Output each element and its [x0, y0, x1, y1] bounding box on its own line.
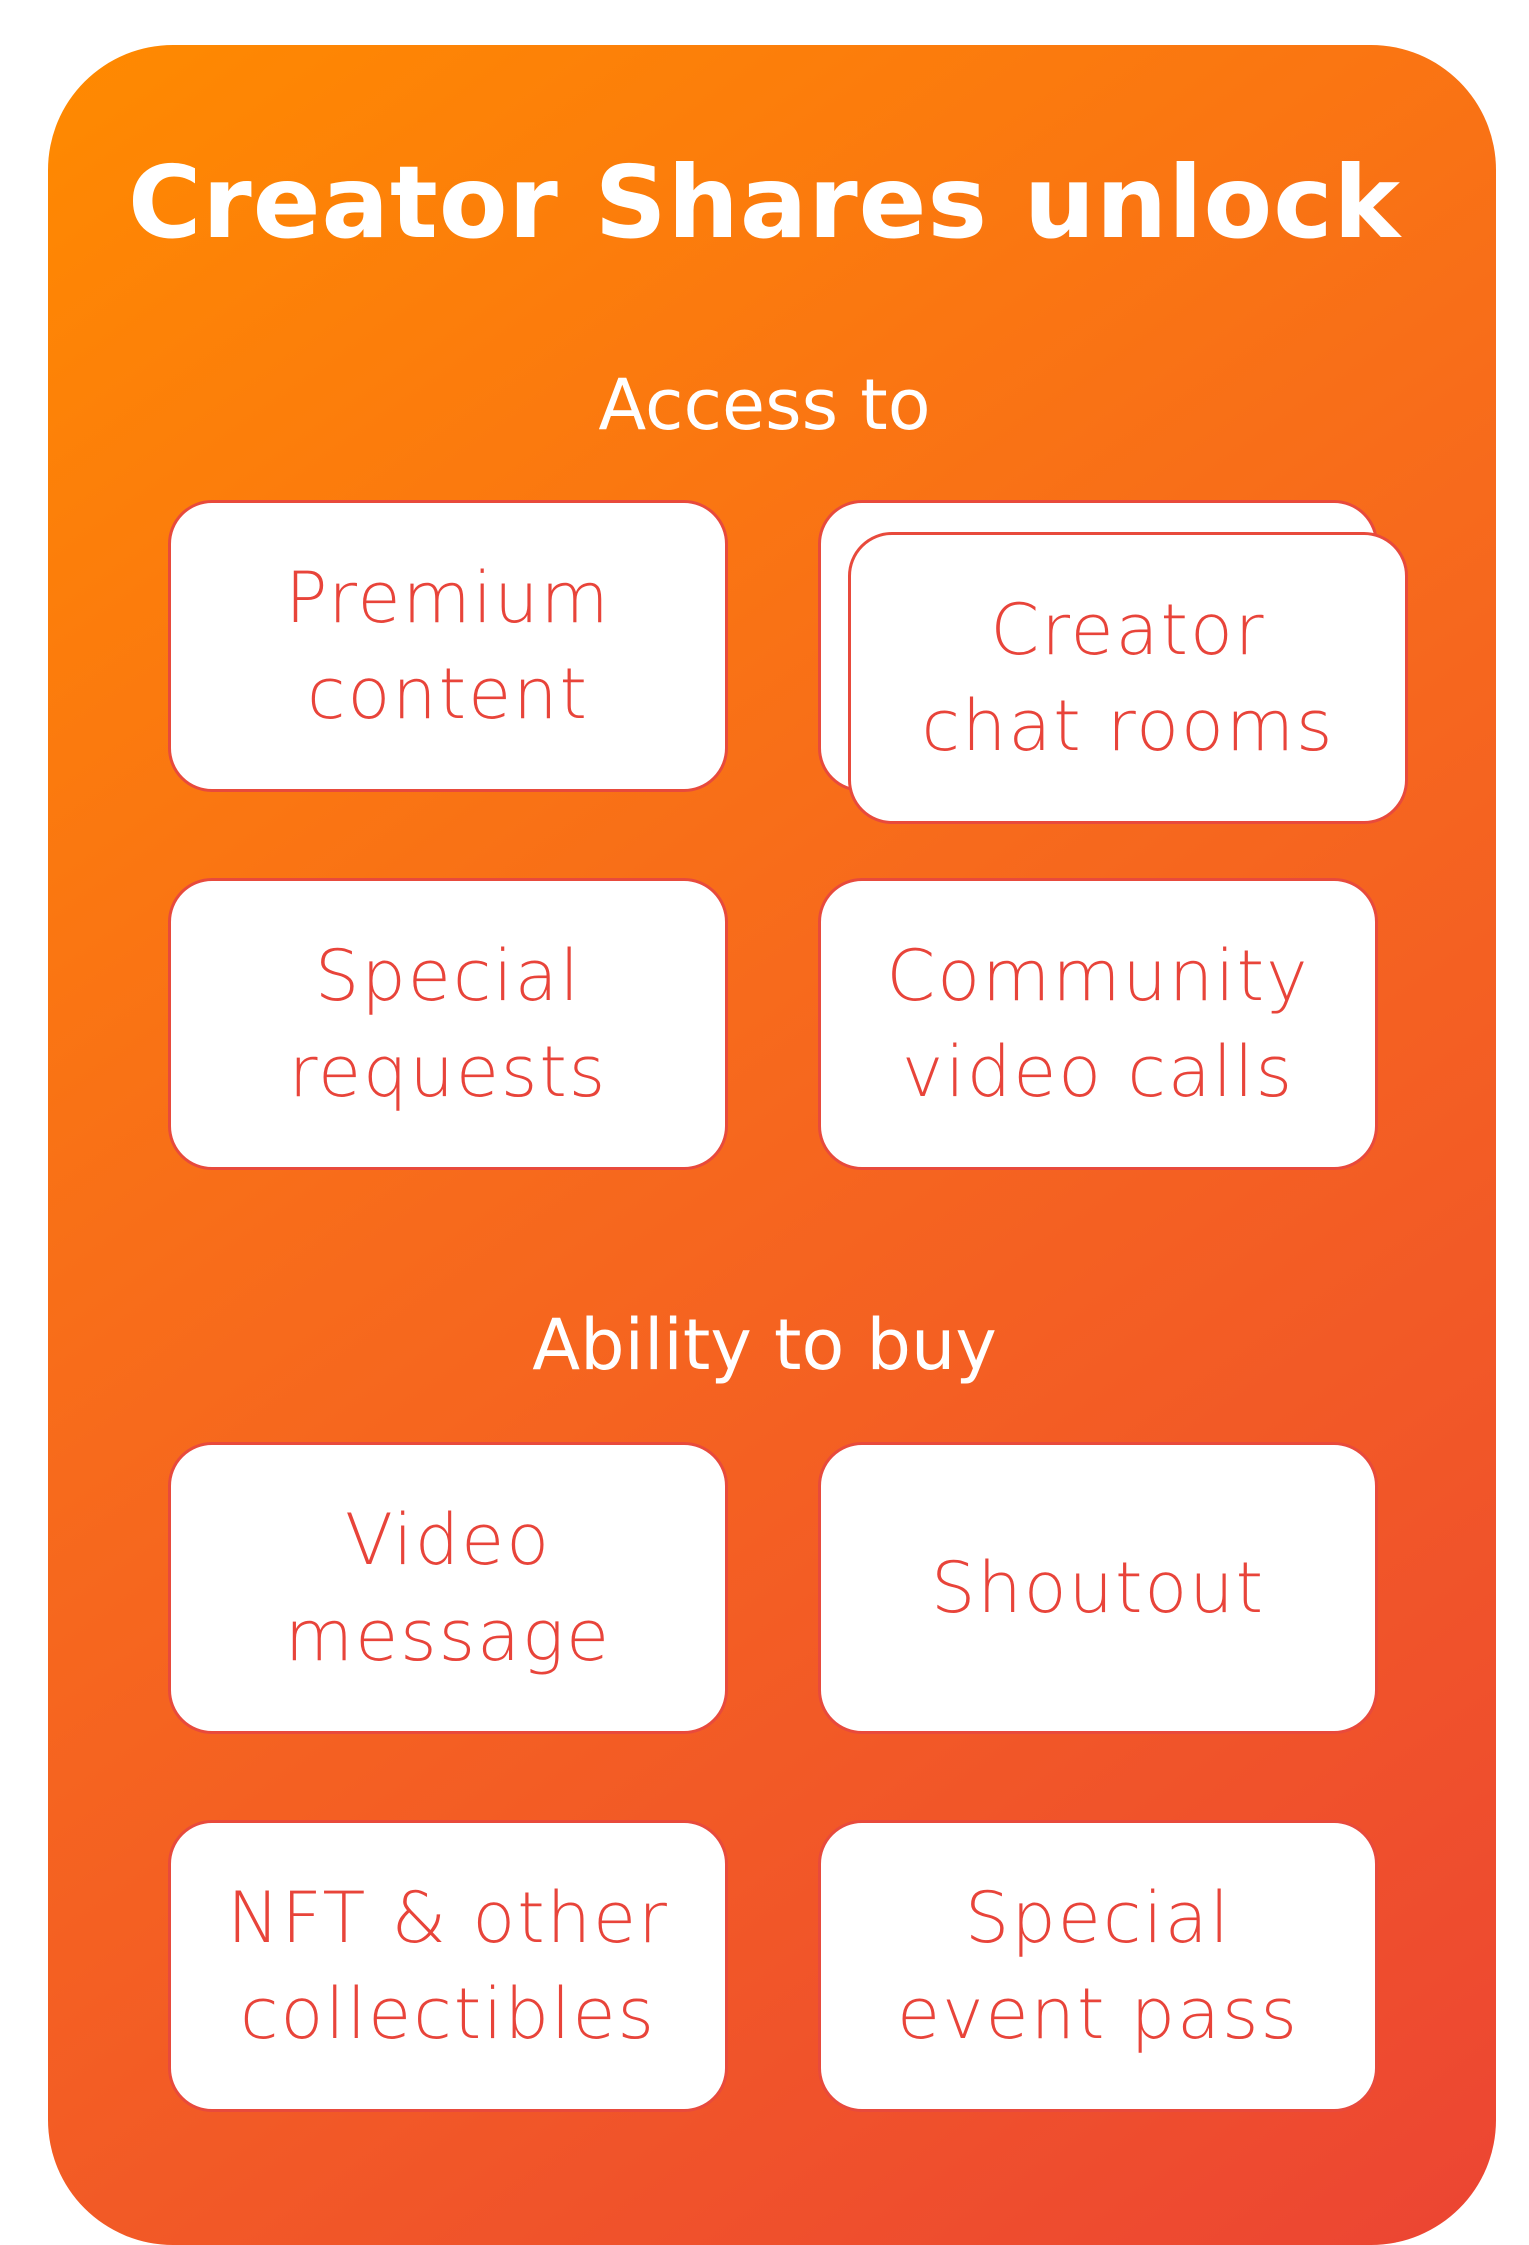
card-line: chat rooms — [921, 685, 1335, 767]
section-heading-access: Access to — [598, 364, 931, 446]
card-special-event-pass: Special event pass — [818, 1820, 1378, 2112]
card-line: collectibles — [239, 1973, 657, 2055]
card-line: event pass — [897, 1973, 1299, 2055]
card-creator-chat-rooms: Creator chat rooms — [848, 532, 1408, 824]
page-title: Creator Shares unlock — [128, 144, 1401, 261]
card-line: NFT & other — [227, 1877, 669, 1959]
card-line: requests — [288, 1031, 608, 1113]
card-line: Special — [964, 1877, 1232, 1959]
card-line: Creator — [990, 589, 1266, 671]
card-video-message: Video message — [168, 1442, 728, 1734]
card-line: content — [306, 653, 589, 735]
card-line: Shoutout — [930, 1547, 1266, 1629]
card-line: video calls — [901, 1031, 1295, 1113]
card-community-video-calls: Community video calls — [818, 878, 1378, 1170]
card-line: Video — [344, 1499, 552, 1581]
card-premium-content: Premium content — [168, 500, 728, 792]
card-shoutout: Shoutout — [818, 1442, 1378, 1734]
card-special-requests: Special requests — [168, 878, 728, 1170]
card-line: Special — [314, 935, 582, 1017]
card-nft-collectibles: NFT & other collectibles — [168, 1820, 728, 2112]
card-line: message — [284, 1595, 612, 1677]
section-heading-ability: Ability to buy — [532, 1304, 997, 1386]
card-line: Premium — [285, 557, 611, 639]
card-line: Community — [886, 935, 1310, 1017]
